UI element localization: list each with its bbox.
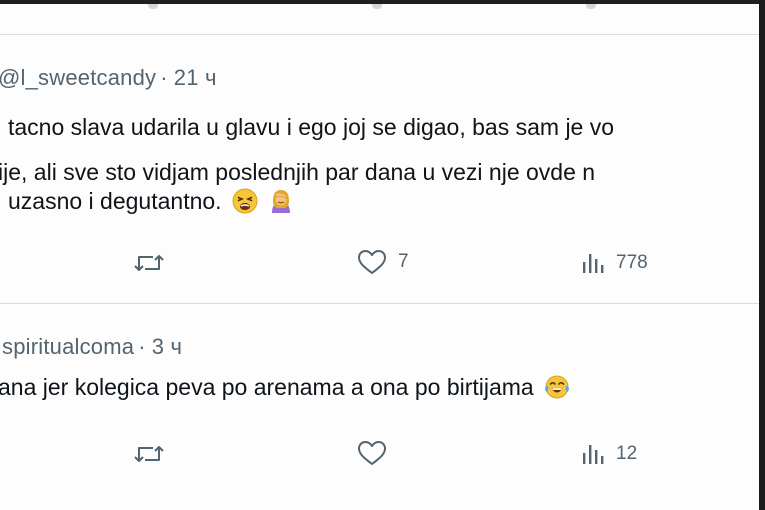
heart-icon (358, 250, 386, 274)
heart-icon-fragment (372, 4, 382, 9)
retweet-icon (134, 446, 164, 462)
tweet-handle[interactable]: spiritualcoma (2, 334, 134, 359)
views-count: 778 (616, 252, 648, 273)
retweet-button[interactable] (133, 250, 165, 276)
views-chart-icon (583, 254, 604, 273)
screenshot-frame: @l_sweetcandy · 21 ч tacno slava udarila u… (0, 0, 765, 510)
tweet[interactable]: spiritualcoma · 3 ч ana jer kolegica peva … (0, 304, 759, 510)
retweet-button[interactable] (133, 441, 165, 467)
tweet[interactable]: @l_sweetcandy · 21 ч tacno slava udarila u… (0, 35, 759, 303)
retweet-icon-fragment (148, 4, 158, 9)
views-icon-fragment (586, 4, 596, 9)
tweet-text-line: ije, ali sve sto vidjam poslednjih par d… (0, 159, 596, 185)
tweet-header: spiritualcoma · 3 ч (2, 334, 182, 360)
tweet-text-last-line: ana jer kolegica peva po arenama a ona p… (0, 372, 570, 402)
right-border (759, 0, 765, 510)
tears-of-joy-emoji (545, 375, 570, 399)
meta-separator: · (138, 334, 146, 359)
views-button[interactable]: 778 (580, 250, 648, 276)
weary-face-emoji (232, 188, 258, 214)
heart-icon (358, 441, 386, 465)
facepalm-woman-emoji (272, 190, 291, 213)
tweet-handle[interactable]: @l_sweetcandy (0, 65, 156, 90)
like-button[interactable]: 7 (356, 248, 409, 276)
views-button[interactable]: 12 (580, 441, 637, 467)
retweet-icon (134, 255, 164, 271)
tweet-text-line: uzasno i degutantno. (8, 188, 222, 214)
meta-separator: · (160, 65, 168, 90)
previous-tweet-actions-fragment (0, 4, 759, 12)
like-button[interactable] (356, 439, 398, 467)
views-count: 12 (616, 443, 638, 464)
tweet-time[interactable]: 3 ч (152, 334, 182, 359)
tweet-text-last-line: uzasno i degutantno. (8, 186, 294, 216)
tweet-header: @l_sweetcandy · 21 ч (0, 65, 217, 91)
tweet-text-line: ana jer kolegica peva po arenama a ona p… (0, 374, 534, 400)
tweet-text-line: tacno slava udarila u glavu i ego joj se… (8, 114, 615, 140)
tweet-time[interactable]: 21 ч (174, 65, 217, 90)
like-count: 7 (398, 251, 409, 272)
views-chart-icon (583, 445, 604, 464)
